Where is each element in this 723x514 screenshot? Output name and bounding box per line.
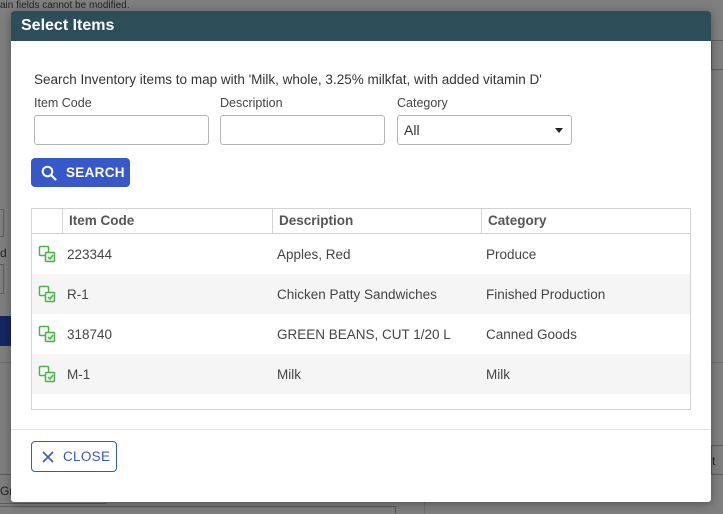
- select-items-dialog: Select Items Search Inventory items to m…: [11, 11, 711, 502]
- description-label: Description: [220, 96, 283, 110]
- category-label: Category: [397, 96, 448, 110]
- chevron-down-icon: [555, 128, 563, 133]
- item-code-cell: 318740: [67, 326, 113, 342]
- close-button-label: CLOSE: [63, 449, 111, 464]
- item-code-cell: M-1: [67, 366, 91, 382]
- item-code-cell: 223344: [67, 246, 113, 262]
- map-item-button[interactable]: [32, 325, 62, 343]
- map-item-button[interactable]: [32, 285, 62, 303]
- search-button[interactable]: SEARCH: [31, 158, 130, 187]
- map-item-button[interactable]: [32, 245, 62, 263]
- description-cell: Chicken Patty Sandwiches: [277, 286, 437, 302]
- table-row[interactable]: 223344 Apples, Red Produce: [32, 234, 690, 274]
- column-header-category[interactable]: Category: [481, 209, 690, 233]
- table-row[interactable]: 318740 GREEN BEANS, CUT 1/20 L Canned Go…: [32, 314, 690, 354]
- dialog-footer: CLOSE: [11, 429, 711, 502]
- column-header-item-code[interactable]: Item Code: [62, 209, 272, 233]
- category-cell: Finished Production: [486, 286, 606, 302]
- map-item-icon: [38, 285, 56, 303]
- search-icon: [41, 165, 57, 181]
- item-code-input[interactable]: [34, 115, 209, 145]
- category-cell: Produce: [486, 246, 537, 262]
- search-button-label: SEARCH: [66, 165, 125, 180]
- column-header-action: [32, 209, 62, 233]
- column-header-description[interactable]: Description: [272, 209, 481, 233]
- map-item-icon: [38, 365, 56, 383]
- dialog-title: Select Items: [11, 11, 711, 41]
- description-input[interactable]: [220, 115, 385, 145]
- description-cell: GREEN BEANS, CUT 1/20 L: [277, 326, 451, 342]
- category-selected-value: All: [404, 122, 420, 138]
- table-header: Item Code Description Category: [32, 209, 690, 234]
- close-button[interactable]: CLOSE: [31, 441, 117, 472]
- item-code-cell: R-1: [67, 286, 89, 302]
- search-instructions: Search Inventory items to map with 'Milk…: [34, 72, 542, 87]
- description-cell: Apples, Red: [277, 246, 351, 262]
- map-item-icon: [38, 325, 56, 343]
- table-row[interactable]: M-1 Milk Milk: [32, 354, 690, 394]
- category-cell: Canned Goods: [486, 326, 577, 342]
- close-icon: [42, 450, 54, 463]
- map-item-button[interactable]: [32, 365, 62, 383]
- item-code-label: Item Code: [34, 96, 92, 110]
- description-cell: Milk: [277, 366, 301, 382]
- category-select[interactable]: All: [397, 115, 572, 145]
- map-item-icon: [38, 245, 56, 263]
- category-cell: Milk: [486, 366, 510, 382]
- table-row[interactable]: R-1 Chicken Patty Sandwiches Finished Pr…: [32, 274, 690, 314]
- items-table: Item Code Description Category 223344 Ap…: [31, 208, 691, 410]
- dialog-body: Search Inventory items to map with 'Milk…: [11, 41, 711, 429]
